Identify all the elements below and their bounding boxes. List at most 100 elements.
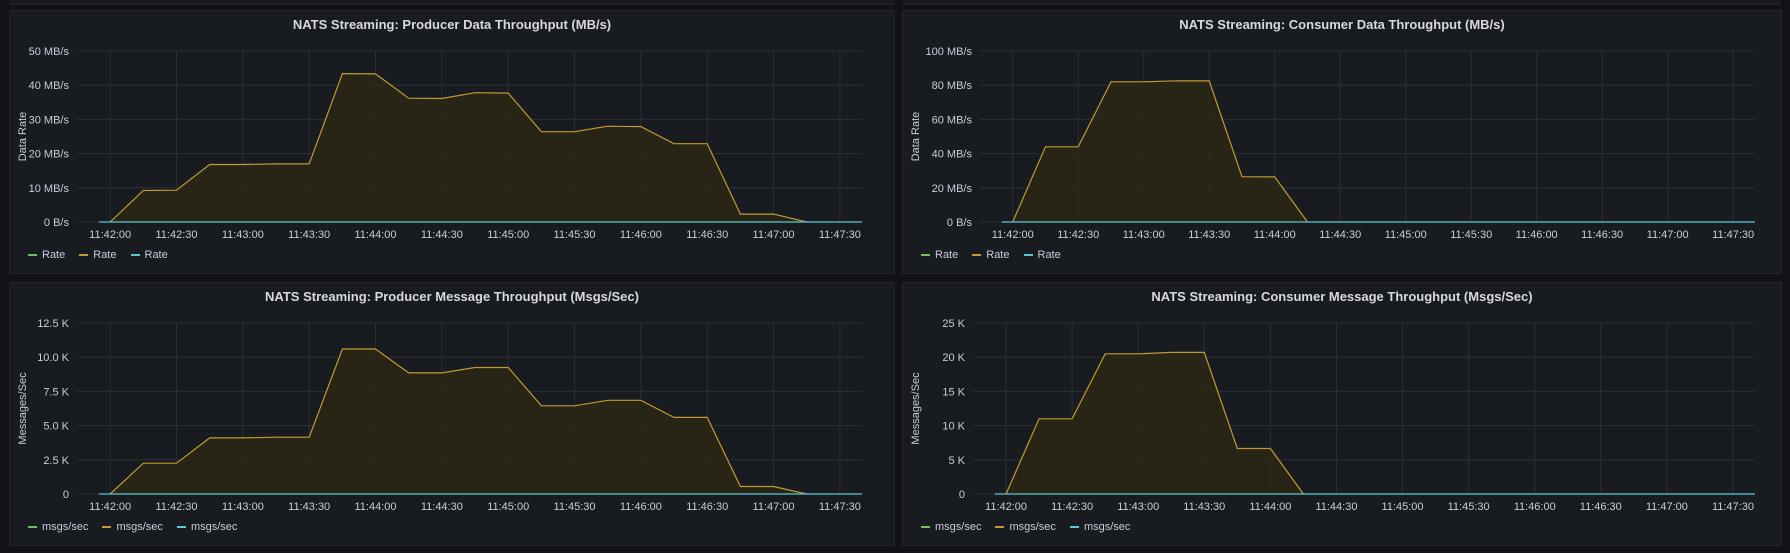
legend-item[interactable]: msgs/sec <box>102 519 163 535</box>
legend-item[interactable]: Rate <box>79 247 117 263</box>
x-tick-label: 11:46:30 <box>1580 501 1622 513</box>
legend-item[interactable]: msgs/sec <box>1069 519 1130 535</box>
x-tick-label: 11:46:30 <box>1581 229 1623 241</box>
y-tick-label: 7.5 K <box>43 386 69 398</box>
x-tick-label: 11:43:30 <box>1188 229 1230 241</box>
x-tick-label: 11:44:00 <box>1249 501 1291 513</box>
y-tick-label: 5 K <box>948 455 965 467</box>
producer-message-throughput-panel: NATS Streaming: Producer Message Through… <box>9 282 895 546</box>
top-strip-left <box>10 0 894 5</box>
legend-swatch <box>28 254 37 256</box>
x-tick-label: 11:46:30 <box>686 229 728 241</box>
y-tick-label: 40 MB/s <box>932 149 973 161</box>
legend-label: msgs/sec <box>935 521 982 533</box>
x-tick-label: 11:43:00 <box>222 501 264 513</box>
y-tick-label: 20 MB/s <box>29 149 70 161</box>
legend-label: Rate <box>42 249 66 261</box>
legend-item[interactable]: msgs/sec <box>921 519 981 535</box>
legend-label: msgs/sec <box>190 521 238 533</box>
x-tick-label: 11:45:30 <box>1450 229 1492 241</box>
series-area <box>1006 352 1304 494</box>
x-tick-label: 11:42:00 <box>89 229 131 241</box>
y-tick-label: 25 K <box>942 318 965 330</box>
chart-svg: 0 5 K 10 K 15 K 20 K 25 K 11:42:00 11:42:30 11:4… <box>910 318 1755 513</box>
y-tick-label: 12.5 K <box>37 318 69 330</box>
legend-swatch <box>1023 254 1033 256</box>
x-tick-label: 11:47:00 <box>753 501 795 513</box>
x-tick-label: 11:47:30 <box>1712 501 1754 513</box>
x-tick-label: 11:47:30 <box>819 501 861 513</box>
legend-item[interactable]: msgs/sec <box>995 519 1056 535</box>
x-tick-label: 11:43:30 <box>288 229 330 241</box>
x-tick-label: 11:47:00 <box>1646 501 1688 513</box>
legend-item[interactable]: msgs/sec <box>176 519 238 535</box>
y-tick-label: 0 <box>959 489 965 501</box>
legend-swatch <box>102 526 112 528</box>
y-tick-label: 10 MB/s <box>29 183 70 195</box>
y-tick-label: 30 MB/s <box>29 114 70 126</box>
legend-swatch <box>130 254 140 256</box>
y-tick-label: 20 MB/s <box>932 183 973 195</box>
consumer-message-throughput-panel: NATS Streaming: Consumer Message Through… <box>902 282 1782 546</box>
x-tick-label: 11:44:00 <box>355 501 397 513</box>
legend-swatch <box>972 254 982 256</box>
legend-label: msgs/sec <box>42 521 89 533</box>
x-tick-label: 11:44:30 <box>1319 229 1361 241</box>
x-tick-label: 11:46:00 <box>620 229 662 241</box>
y-tick-label: 100 MB/s <box>926 46 973 58</box>
legend-label: Rate <box>93 249 117 261</box>
y-tick-label: 20 K <box>942 352 965 364</box>
x-tick-label: 11:47:00 <box>753 229 795 241</box>
legend-item[interactable]: msgs/sec <box>28 519 88 535</box>
legend-swatch <box>1069 526 1079 528</box>
y-tick-label: 60 MB/s <box>932 114 973 126</box>
x-tick-label: 11:45:00 <box>1385 229 1427 241</box>
x-tick-label: 11:43:00 <box>1123 229 1165 241</box>
legend-swatch <box>28 526 37 528</box>
legend-label: msgs/sec <box>116 521 163 533</box>
legend-item[interactable]: Rate <box>1023 247 1061 263</box>
legend-label: Rate <box>1037 249 1061 261</box>
y-tick-label: 2.5 K <box>43 455 69 467</box>
chart-svg: 0 2.5 K 5.0 K 7.5 K 10.0 K 12.5 K 11:42:00 11:4… <box>17 318 862 513</box>
x-tick-label: 11:42:00 <box>985 501 1027 513</box>
y-tick-label: 50 MB/s <box>29 46 70 58</box>
x-tick-label: 11:42:30 <box>1057 229 1099 241</box>
consumer-data-throughput-panel: NATS Streaming: Consumer Data Throughput… <box>902 10 1782 274</box>
legend-swatch <box>79 254 89 256</box>
x-tick-label: 11:43:30 <box>1183 501 1225 513</box>
x-tick-label: 11:44:30 <box>1315 501 1357 513</box>
legend-swatch <box>921 526 930 528</box>
legend-swatch <box>995 526 1005 528</box>
x-tick-label: 11:45:00 <box>1382 501 1424 513</box>
x-tick-label: 11:44:00 <box>355 229 397 241</box>
legend: Rate Rate Rate <box>28 247 168 263</box>
legend-item[interactable]: Rate <box>972 247 1010 263</box>
y-tick-label: 0 <box>63 489 69 501</box>
x-tick-label: 11:47:30 <box>1712 229 1754 241</box>
y-tick-label: 10.0 K <box>37 352 69 364</box>
legend-item[interactable]: Rate <box>28 247 65 263</box>
y-axis-label: Messages/Sec <box>17 372 29 445</box>
legend-label: Rate <box>144 249 168 261</box>
x-tick-label: 11:45:30 <box>1448 501 1490 513</box>
x-tick-label: 11:43:00 <box>1117 501 1159 513</box>
legend-swatch <box>176 526 186 528</box>
legend: msgs/sec msgs/sec msgs/sec <box>28 519 237 535</box>
x-tick-label: 11:44:30 <box>421 501 463 513</box>
x-tick-label: 11:43:30 <box>288 501 330 513</box>
legend-label: msgs/sec <box>1009 521 1056 533</box>
legend-item[interactable]: Rate <box>921 247 958 263</box>
legend-swatch <box>921 254 930 256</box>
x-tick-label: 11:42:30 <box>1051 501 1093 513</box>
y-tick-label: 40 MB/s <box>29 80 70 92</box>
y-tick-label: 80 MB/s <box>932 80 973 92</box>
legend-item[interactable]: Rate <box>130 247 168 263</box>
legend: Rate Rate Rate <box>921 247 1061 263</box>
legend: msgs/sec msgs/sec msgs/sec <box>921 519 1130 535</box>
x-tick-label: 11:47:30 <box>819 229 861 241</box>
x-tick-label: 11:42:00 <box>89 501 131 513</box>
x-tick-label: 11:46:00 <box>1514 501 1556 513</box>
series-area <box>1012 80 1308 222</box>
x-tick-label: 11:45:00 <box>487 229 529 241</box>
